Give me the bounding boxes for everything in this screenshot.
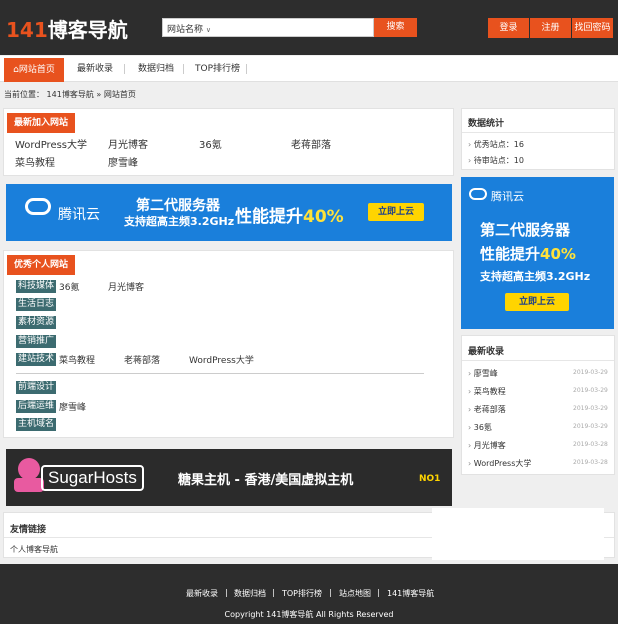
friend-link[interactable]: 个人博客导航 <box>10 544 58 555</box>
panel-title: 数据统计 <box>468 119 505 129</box>
recent-date: 2019-03-29 <box>573 405 608 412</box>
recent-date: 2019-03-29 <box>573 423 608 430</box>
category-tag[interactable]: 生活日志 <box>16 298 57 311</box>
recent-item[interactable]: › 老蒋部落 <box>468 404 506 415</box>
panel-title: 友情链接 <box>10 525 47 535</box>
mascot-icon <box>14 478 44 492</box>
mascot-icon <box>18 458 40 480</box>
sugarhosts-logo: SugarHosts <box>41 465 144 491</box>
footer-separator: | <box>329 588 332 597</box>
breadcrumb: 当前位置： 141博客导航 » 网站首页 <box>4 90 136 99</box>
cloud-icon <box>469 188 487 200</box>
panel-tag: 最新加入网站 <box>7 113 76 133</box>
site-link[interactable]: 廖雪峰 <box>59 400 86 413</box>
site-link[interactable]: 月光博客 <box>108 280 144 293</box>
breadcrumb-home-link[interactable]: 141博客导航 <box>47 90 94 99</box>
main-nav: ⌂网站首页 最新收录 数据归档 TOP排行榜 <box>0 56 618 82</box>
site-link[interactable]: WordPress大学 <box>15 136 87 151</box>
recent-date: 2019-03-29 <box>573 387 608 394</box>
nav-divider <box>124 64 125 74</box>
tencent-cloud-ad-banner[interactable]: 腾讯云 第二代服务器 支持超高主频3.2GHz 性能提升40% 立即上云 <box>6 184 452 241</box>
nav-item-latest[interactable]: 最新收录 <box>77 56 113 82</box>
stat-item: › 优秀站点：16 <box>468 140 524 149</box>
nav-item-archive[interactable]: 数据归档 <box>138 56 174 82</box>
stat-item: › 待审站点：10 <box>468 156 524 165</box>
footer-link[interactable]: 141博客导航 <box>387 588 434 599</box>
personal-sites-panel: 优秀个人网站 科技媒体 36氪 月光博客 生活日志 素材资源 营销推广 建站技术… <box>3 250 454 438</box>
nav-divider <box>246 64 247 74</box>
login-button[interactable]: 登录 <box>488 18 529 38</box>
recent-date: 2019-03-28 <box>573 459 608 466</box>
panel-title: 最新收录 <box>468 347 505 357</box>
recent-item[interactable]: › 菜鸟教程 <box>468 386 506 397</box>
blank-area <box>432 508 604 560</box>
recent-item[interactable]: › WordPress大学 <box>468 458 531 469</box>
recent-item[interactable]: › 36氪 <box>468 422 492 433</box>
sugarhosts-ad-banner[interactable]: SugarHosts 糖果主机 - 香港/美国虚拟主机 NO1 <box>6 449 452 506</box>
footer-link[interactable]: 数据归档 <box>234 588 266 599</box>
recent-item[interactable]: › 月光博客 <box>468 440 506 451</box>
recent-panel: 最新收录 › 廖雪峰 2019-03-29 › 菜鸟教程 2019-03-29 … <box>461 335 615 475</box>
recent-item[interactable]: › 廖雪峰 <box>468 368 498 379</box>
divider <box>462 360 614 361</box>
category-tag[interactable]: 素材资源 <box>16 316 57 329</box>
footer-separator: | <box>272 588 275 597</box>
site-link[interactable]: WordPress大学 <box>189 353 254 366</box>
site-link[interactable]: 菜鸟教程 <box>59 353 95 366</box>
register-button[interactable]: 注册 <box>530 18 571 38</box>
panel-tag: 优秀个人网站 <box>7 255 76 275</box>
site-link[interactable]: 36氪 <box>199 136 222 151</box>
category-tag[interactable]: 主机域名 <box>16 418 57 431</box>
search-input[interactable]: 网站名称 ∨ <box>162 18 374 37</box>
site-link[interactable]: 老蒋部落 <box>291 136 331 151</box>
search-type-select[interactable]: 网站名称 ∨ <box>167 22 211 35</box>
nav-item-home[interactable]: ⌂网站首页 <box>4 58 64 82</box>
site-link[interactable]: 老蒋部落 <box>124 353 160 366</box>
ad-cta-button[interactable]: 立即上云 <box>505 293 569 311</box>
site-link[interactable]: 月光博客 <box>108 136 148 151</box>
site-logo[interactable]: 141博客导航 <box>6 14 128 43</box>
footer-link[interactable]: 站点地图 <box>339 588 371 599</box>
search-button[interactable]: 搜索 <box>374 18 417 37</box>
newest-sites-panel: 最新加入网站 WordPress大学 月光博客 36氪 老蒋部落 菜鸟教程 廖雪… <box>3 108 454 176</box>
forgot-password-button[interactable]: 找回密码 <box>572 18 613 38</box>
divider <box>16 373 424 374</box>
ad-cta-button[interactable]: 立即上云 <box>368 203 424 221</box>
site-link[interactable]: 菜鸟教程 <box>15 154 55 169</box>
footer-link[interactable]: 最新收录 <box>186 588 218 599</box>
copyright: Copyright 141博客导航 All Rights Reserved <box>224 610 394 619</box>
footer-separator: | <box>225 588 228 597</box>
category-tag[interactable]: 建站技术 <box>16 353 57 366</box>
divider <box>462 132 614 133</box>
recent-date: 2019-03-29 <box>573 369 608 376</box>
category-tag[interactable]: 后端运维 <box>16 400 57 413</box>
category-tag[interactable]: 营销推广 <box>16 335 57 348</box>
recent-date: 2019-03-28 <box>573 441 608 448</box>
category-tag[interactable]: 前端设计 <box>16 381 57 394</box>
footer-link[interactable]: TOP排行榜 <box>282 588 322 599</box>
chevron-down-icon: ∨ <box>205 26 212 34</box>
tencent-cloud-ad-tall[interactable]: 腾讯云 第二代服务器 性能提升40% 支持超高主频3.2GHz 立即上云 <box>461 177 614 329</box>
footer-separator: | <box>377 588 380 597</box>
category-tag[interactable]: 科技媒体 <box>16 280 57 293</box>
cloud-icon <box>25 198 51 215</box>
site-link[interactable]: 36氪 <box>59 280 79 293</box>
site-link[interactable]: 廖雪峰 <box>108 154 138 169</box>
stats-panel: 数据统计 › 优秀站点：16 › 待审站点：10 <box>461 108 615 170</box>
site-header: 141博客导航 网站名称 ∨ 搜索 登录 注册 找回密码 <box>0 0 618 55</box>
nav-divider <box>183 64 184 74</box>
nav-item-top[interactable]: TOP排行榜 <box>195 56 240 82</box>
